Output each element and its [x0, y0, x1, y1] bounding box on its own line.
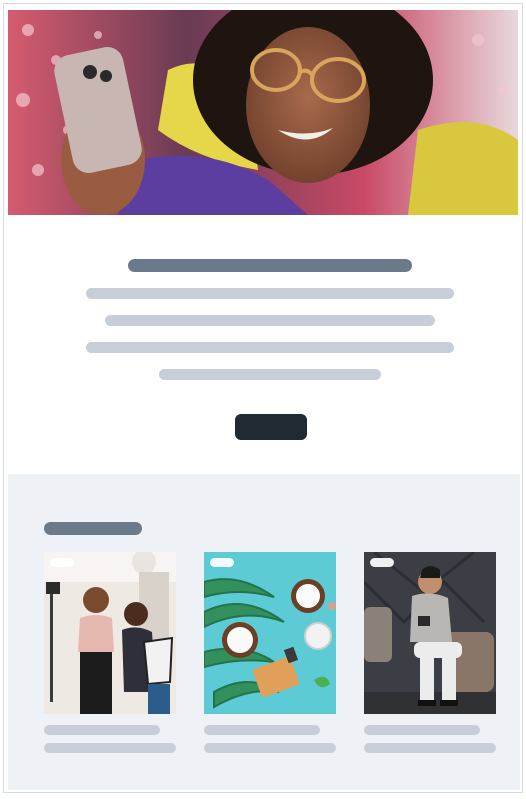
email-template-preview [3, 3, 523, 793]
headline-placeholder [128, 259, 412, 272]
hero-illustration [8, 10, 518, 215]
man-with-phone-illustration [364, 552, 496, 714]
body-text-placeholder-line [86, 342, 454, 353]
card-title-placeholder [204, 725, 320, 735]
gallery-section [8, 474, 520, 790]
card-tag-placeholder [50, 558, 74, 567]
gallery-card[interactable] [44, 552, 176, 753]
gallery-card[interactable] [364, 552, 496, 753]
cta-button[interactable] [235, 414, 307, 440]
hero-image [8, 10, 518, 215]
card-title-placeholder [44, 725, 160, 735]
card-title-placeholder [364, 725, 480, 735]
card-subtitle-placeholder [364, 743, 496, 753]
body-text-placeholder-line [105, 315, 435, 326]
card-subtitle-placeholder [204, 743, 336, 753]
body-text-placeholder-line [159, 369, 381, 380]
coconut-skincare-illustration [204, 552, 336, 714]
card-image[interactable] [44, 552, 176, 714]
gallery-heading-placeholder [44, 522, 142, 535]
card-tag-placeholder [210, 558, 234, 567]
card-image[interactable] [364, 552, 496, 714]
card-tag-placeholder [370, 558, 394, 567]
two-women-filming-illustration [44, 552, 176, 714]
gallery-card[interactable] [204, 552, 336, 753]
card-subtitle-placeholder [44, 743, 176, 753]
card-image[interactable] [204, 552, 336, 714]
body-text-placeholder-line [86, 288, 454, 299]
